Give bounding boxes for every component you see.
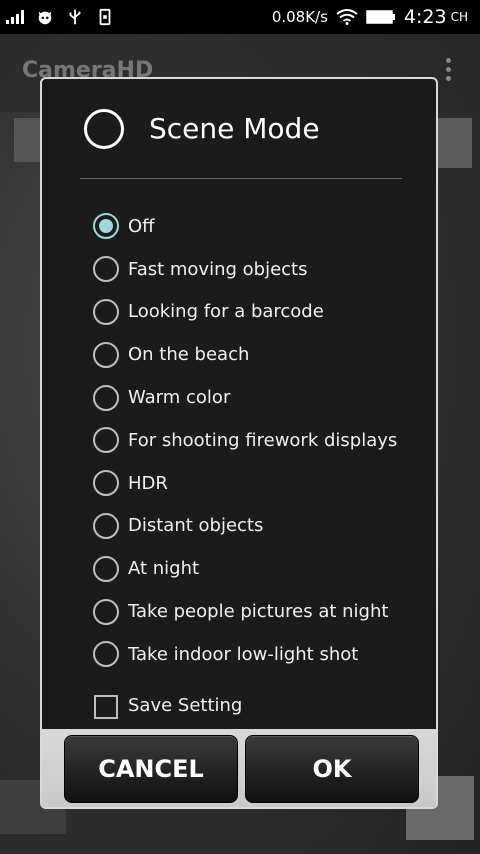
scene-option-list: Off Fast moving objects Looking for a barc… — [42, 205, 436, 676]
dialog-header: Scene Mode — [42, 79, 436, 179]
cancel-button[interactable]: CANCEL — [64, 735, 238, 803]
radio-button[interactable] — [93, 341, 119, 368]
radio-button[interactable] — [93, 598, 119, 625]
scene-option[interactable]: HDR — [42, 462, 436, 505]
radio-button[interactable] — [93, 384, 119, 411]
radio-button[interactable] — [93, 427, 119, 454]
scene-option-label: Take people pictures at night — [128, 601, 389, 623]
scene-option-label: Warm color — [128, 387, 231, 409]
radio-button[interactable] — [93, 641, 119, 668]
screen: CameraHD 0.08K/s 4:23 CH Scene Mode Off … — [0, 0, 480, 854]
scene-option-label: Fast moving objects — [128, 258, 308, 280]
scene-option-label: At night — [128, 558, 200, 580]
radio-button[interactable] — [93, 555, 119, 582]
radio-button[interactable] — [93, 470, 119, 497]
radio-button[interactable] — [93, 298, 119, 325]
scene-option[interactable]: Take indoor low-light shot — [42, 633, 436, 676]
scene-mode-icon — [84, 109, 124, 149]
scene-option[interactable]: Take people pictures at night — [42, 590, 436, 633]
dialog-button-bar: CANCEL OK — [42, 729, 436, 807]
dialog-title: Scene Mode — [149, 112, 320, 145]
scene-option-label: Distant objects — [128, 515, 264, 537]
radio-button[interactable] — [93, 213, 119, 240]
scene-option[interactable]: On the beach — [42, 333, 436, 376]
network-speed: 0.08K/s — [271, 8, 328, 26]
ok-button[interactable]: OK — [245, 735, 419, 803]
scene-option-label: HDR — [128, 472, 168, 494]
overflow-menu-icon[interactable] — [446, 58, 452, 85]
scene-option-label: Off — [128, 215, 155, 237]
scene-option[interactable]: Warm color — [42, 376, 436, 419]
cat-notification-icon — [38, 11, 52, 25]
clock-suffix: CH — [450, 10, 468, 24]
scene-option[interactable]: Distant objects — [42, 505, 436, 548]
scene-option-label: Looking for a barcode — [128, 301, 324, 323]
clock-time: 4:23 — [403, 6, 447, 28]
scene-option[interactable]: Looking for a barcode — [42, 291, 436, 334]
scene-option[interactable]: For shooting firework displays — [42, 419, 436, 462]
radio-button[interactable] — [93, 256, 119, 283]
scene-option-label: On the beach — [128, 344, 250, 366]
scene-option[interactable]: At night — [42, 547, 436, 590]
radio-button[interactable] — [93, 512, 119, 539]
wifi-icon — [336, 9, 358, 25]
signal-icon — [6, 10, 24, 24]
scene-option-label: Take indoor low-light shot — [128, 643, 359, 665]
save-setting-label: Save Setting — [128, 695, 243, 716]
save-setting-checkbox[interactable] — [94, 695, 118, 719]
battery-icon — [366, 10, 395, 24]
scene-option-label: For shooting firework displays — [128, 429, 398, 451]
scene-option[interactable]: Off — [42, 205, 436, 248]
status-bar: 0.08K/s 4:23 CH — [0, 0, 480, 34]
scene-mode-dialog: Scene Mode Off Fast moving objects Looking… — [40, 77, 438, 809]
save-setting-row[interactable]: Save Setting — [42, 693, 436, 721]
divider — [80, 178, 402, 179]
sd-card-icon — [99, 8, 111, 26]
usb-icon — [69, 9, 81, 25]
scene-option[interactable]: Fast moving objects — [42, 248, 436, 291]
